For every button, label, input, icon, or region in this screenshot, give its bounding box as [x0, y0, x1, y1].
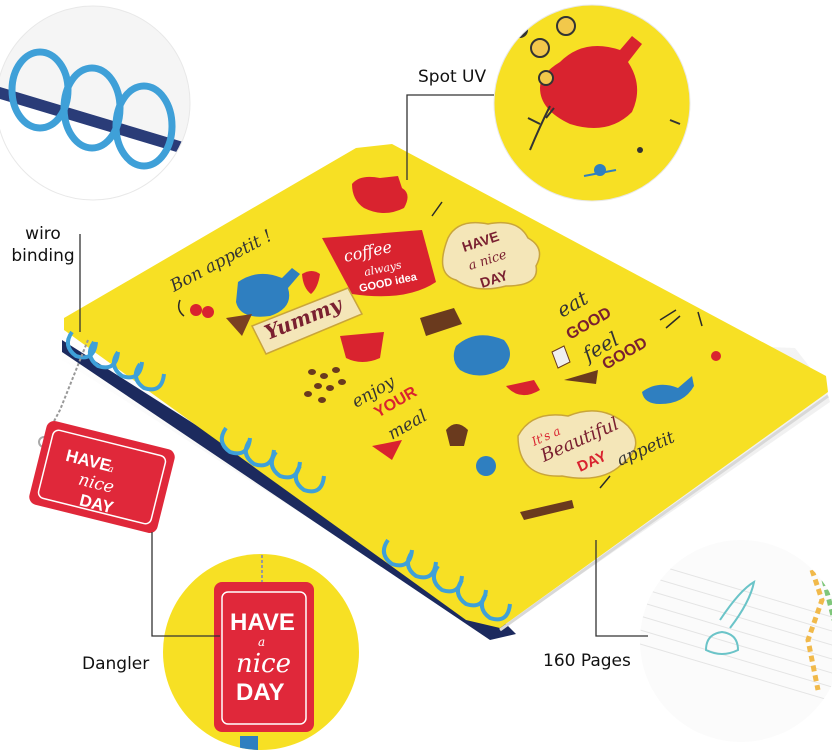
spot-uv-label: Spot UV: [418, 67, 487, 87]
product-illustration: coffee always GOOD idea HAVE a nice DAY …: [0, 4, 832, 750]
zoom-dangler: HAVE a nice DAY: [163, 554, 359, 750]
zoom-pages: [640, 540, 832, 742]
zoom-spot-uv: [493, 4, 691, 202]
pages-label: 160 Pages: [543, 651, 631, 671]
zoom-nice-text: nice: [236, 649, 291, 679]
red-mug-icon: [340, 332, 384, 362]
zoom-wiro-binding: [0, 5, 191, 201]
wiro-binding-label: wiro binding: [11, 224, 75, 266]
zoom-day-text: DAY: [236, 679, 284, 706]
zoom-a-text: a: [258, 635, 265, 649]
dangler-label: Dangler: [82, 654, 150, 674]
zoom-have-text: HAVE: [230, 609, 295, 636]
